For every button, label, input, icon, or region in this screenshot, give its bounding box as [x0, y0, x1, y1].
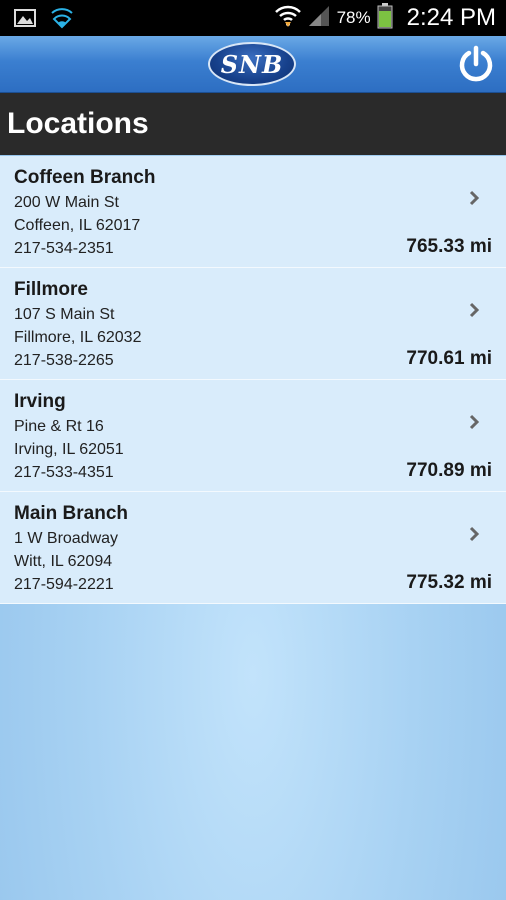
status-bar-system: 78% 2:24 PM — [274, 0, 496, 36]
cell-signal-icon — [307, 5, 331, 32]
wifi-icon — [274, 5, 301, 32]
location-distance: 770.89 mi — [406, 460, 492, 481]
clock: 2:24 PM — [406, 4, 496, 31]
page-title: Locations — [7, 107, 149, 140]
location-phone: 217-594-2221 — [14, 576, 114, 593]
app-header: SNB — [0, 36, 506, 93]
list-item[interactable]: Main Branch 1 W Broadway Witt, IL 62094 … — [0, 492, 506, 604]
location-phone: 217-538-2265 — [14, 352, 114, 369]
wifi-call-icon — [50, 7, 74, 34]
logo-text: SNB — [220, 49, 284, 79]
location-list: Coffeen Branch 200 W Main St Coffeen, IL… — [0, 156, 506, 604]
location-address-line2: Irving, IL 62051 — [14, 441, 124, 458]
power-icon — [459, 45, 493, 82]
location-address-line1: 107 S Main St — [14, 306, 115, 323]
location-phone: 217-534-2351 — [14, 240, 114, 257]
chevron-right-icon — [469, 526, 480, 542]
location-address-line1: Pine & Rt 16 — [14, 418, 104, 435]
location-distance: 770.61 mi — [406, 348, 492, 369]
list-item[interactable]: Coffeen Branch 200 W Main St Coffeen, IL… — [0, 156, 506, 268]
location-address-line1: 1 W Broadway — [14, 530, 119, 547]
location-address-line2: Coffeen, IL 62017 — [14, 217, 141, 234]
title-bar: Locations — [0, 93, 506, 155]
location-name: Irving — [14, 391, 66, 412]
power-button[interactable] — [456, 44, 496, 84]
location-name: Coffeen Branch — [14, 167, 156, 188]
battery-icon — [377, 2, 393, 34]
list-item[interactable]: Irving Pine & Rt 16 Irving, IL 62051 217… — [0, 380, 506, 492]
location-name: Fillmore — [14, 279, 88, 300]
image-icon — [14, 8, 36, 33]
chevron-right-icon — [469, 302, 480, 318]
battery-percent: 78% — [336, 8, 371, 27]
chevron-right-icon — [469, 190, 480, 206]
list-item[interactable]: Fillmore 107 S Main St Fillmore, IL 6203… — [0, 268, 506, 380]
location-address-line2: Witt, IL 62094 — [14, 553, 113, 570]
status-bar-notifications — [14, 7, 74, 34]
location-name: Main Branch — [14, 503, 129, 524]
location-distance: 775.32 mi — [406, 572, 492, 593]
status-bar: 78% 2:24 PM — [0, 0, 506, 36]
location-address-line2: Fillmore, IL 62032 — [14, 329, 142, 346]
chevron-right-icon — [469, 414, 480, 430]
location-address-line1: 200 W Main St — [14, 194, 119, 211]
snb-logo: SNB — [208, 42, 296, 86]
location-phone: 217-533-4351 — [14, 464, 114, 481]
location-distance: 765.33 mi — [406, 236, 492, 257]
